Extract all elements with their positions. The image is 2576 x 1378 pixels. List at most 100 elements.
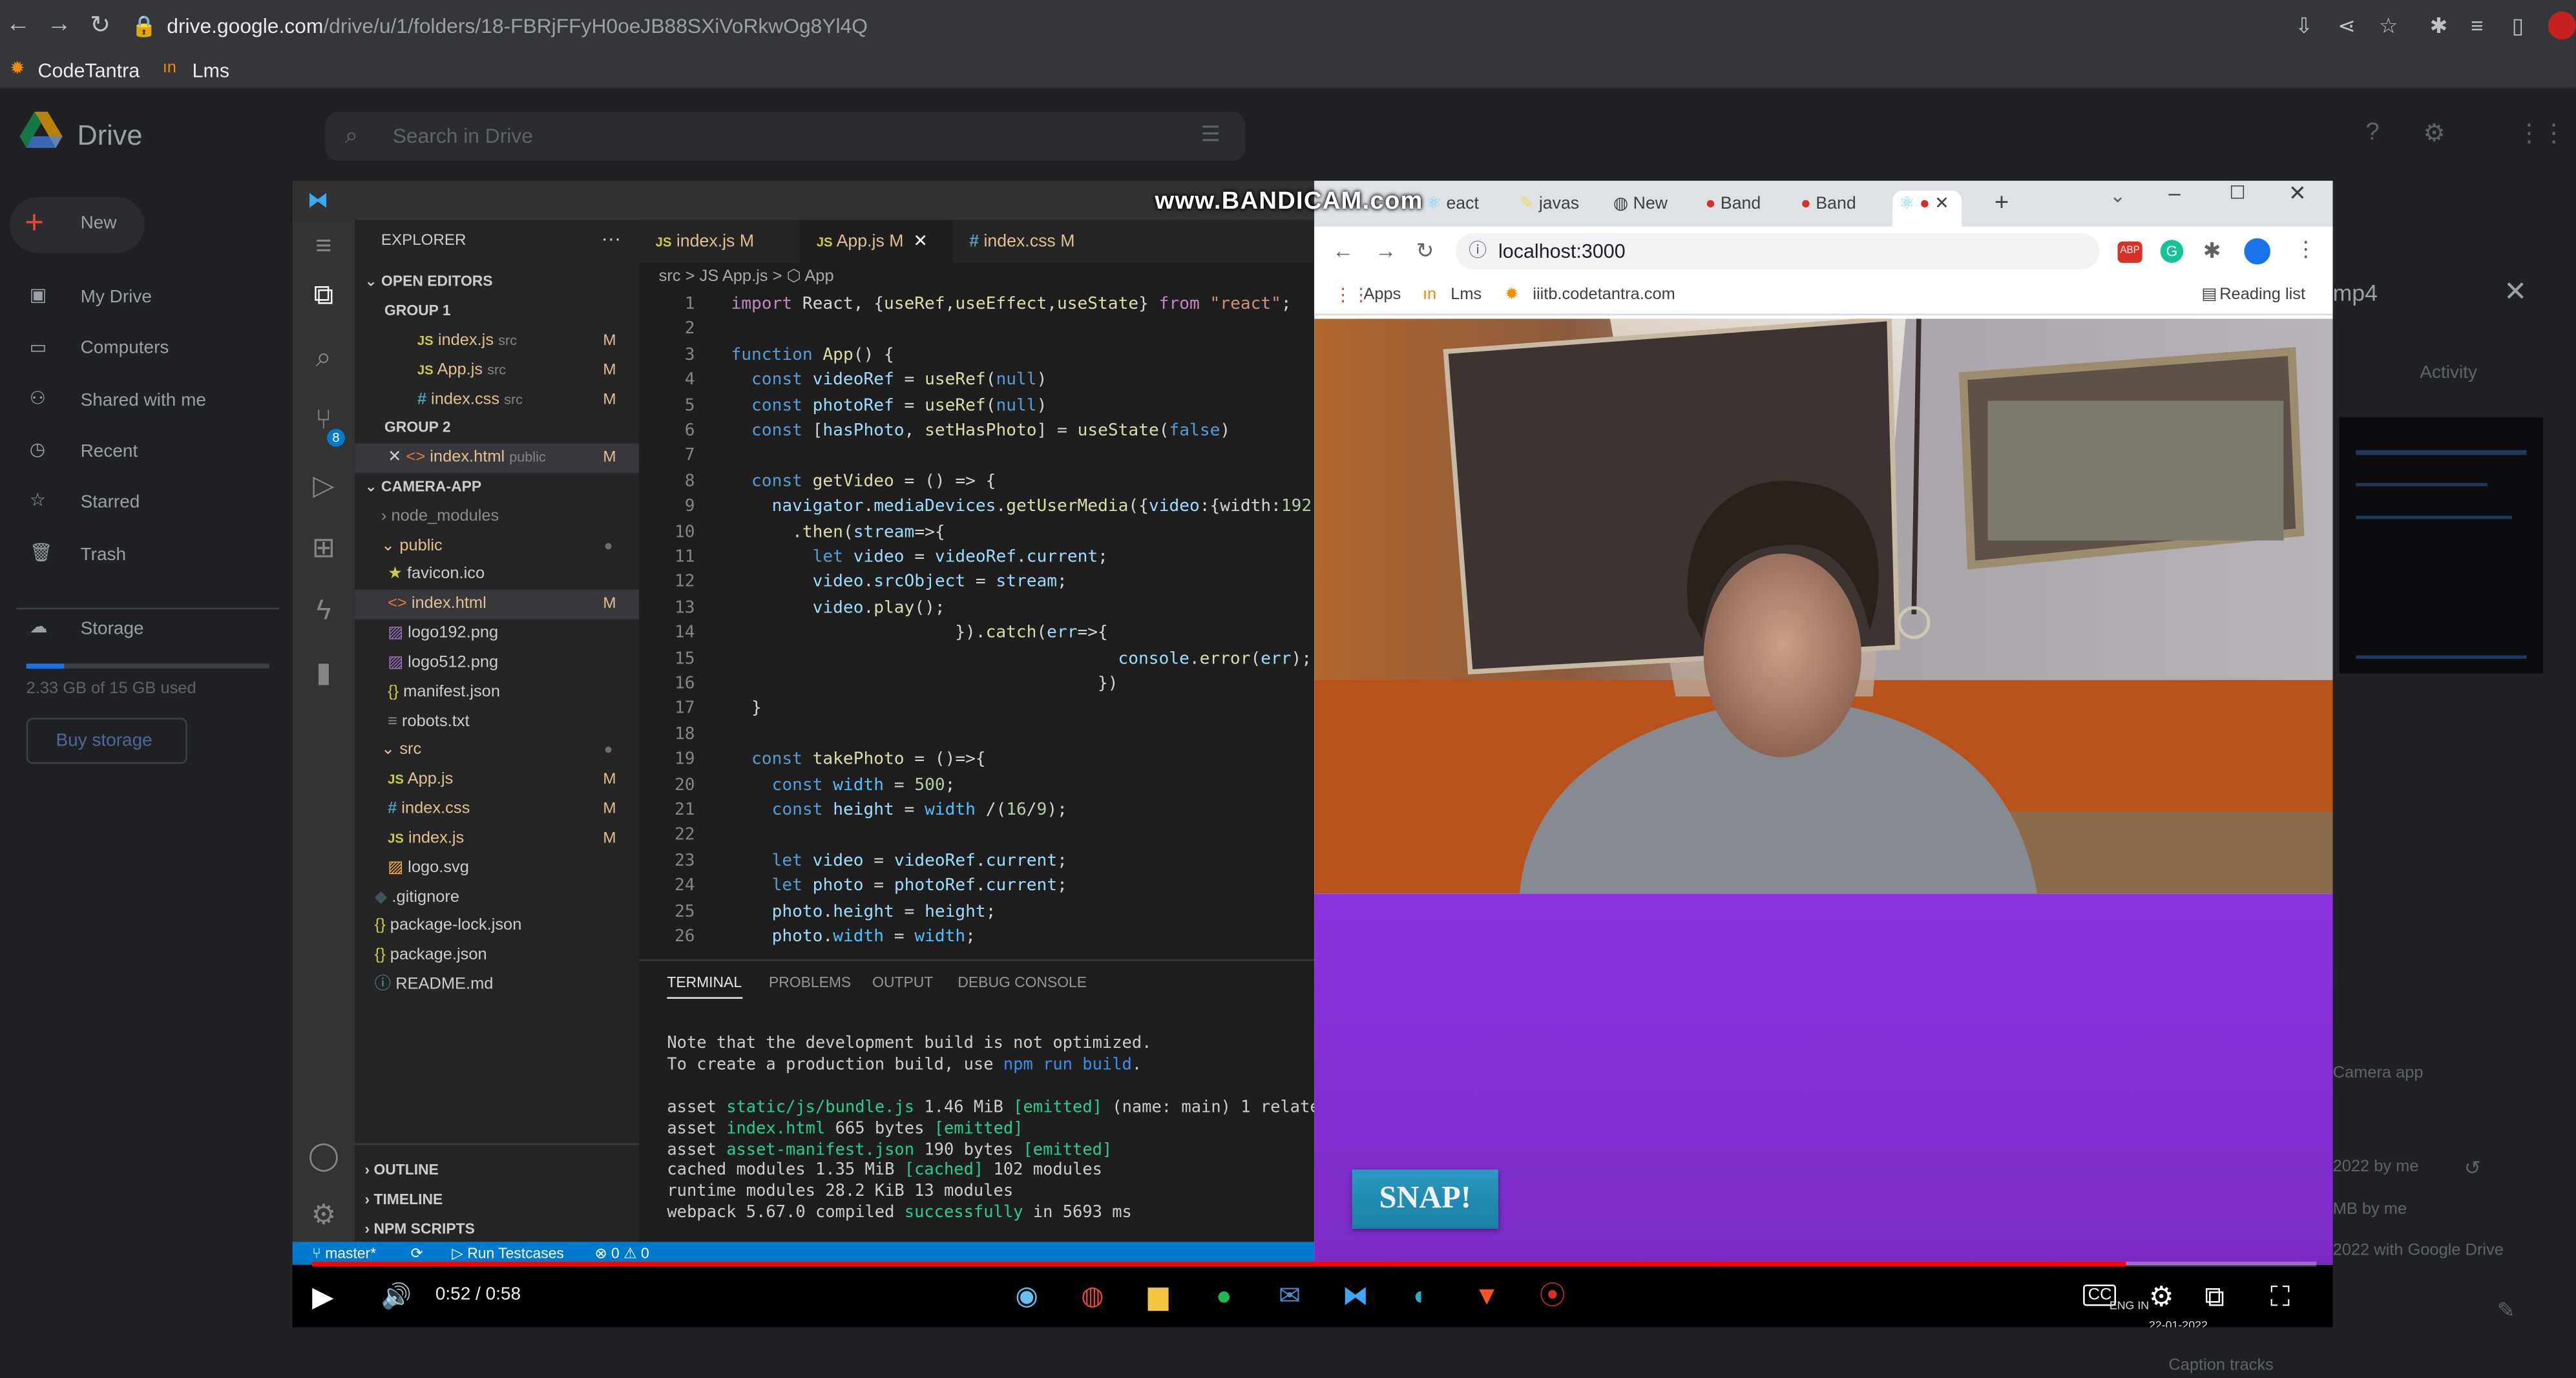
- code-line[interactable]: 4 const videoRef = useRef(null): [639, 368, 1314, 393]
- code-line[interactable]: 7: [639, 444, 1314, 470]
- tab-index-css[interactable]: # index.css M: [953, 220, 1101, 263]
- file-explorer-icon[interactable]: ▆: [1138, 1278, 1178, 1317]
- help-icon[interactable]: ?: [2365, 118, 2379, 146]
- tree-logo512[interactable]: ▨ logo512.png: [355, 649, 639, 678]
- timeline-header[interactable]: › TIMELINE: [355, 1186, 639, 1215]
- source-control-icon[interactable]: ⑂: [293, 404, 355, 437]
- code-line[interactable]: 24 let photo = photoRef.current;: [639, 874, 1314, 899]
- bandicam-icon[interactable]: ⦿: [1533, 1278, 1572, 1317]
- history-icon[interactable]: ↺: [2464, 1156, 2481, 1180]
- tree-robots[interactable]: ≡ robots.txt: [355, 708, 639, 737]
- bookmark-lms[interactable]: Lms: [192, 59, 229, 83]
- bookmark-codetantra[interactable]: iiitb.codetantra.com: [1533, 276, 1675, 315]
- reload-icon[interactable]: ↻: [1416, 238, 1434, 265]
- code-line[interactable]: 14 }).catch(err=>{: [639, 621, 1314, 647]
- nav-recent[interactable]: Recent: [81, 442, 138, 462]
- tab-problems[interactable]: PROBLEMS: [769, 974, 851, 990]
- settings-gear-icon[interactable]: ⚙: [2149, 1281, 2174, 1314]
- share-icon[interactable]: ⋖: [2338, 13, 2356, 39]
- reading-list[interactable]: Reading list: [2219, 276, 2305, 315]
- video-player[interactable]: ⧓ ≡ ⧉ ⌕ ⑂ 8 ▷ ⊞ ϟ ▮ ◯ ⚙ EXPLORER ··· ⌄ O…: [292, 180, 2333, 1328]
- tree-index-css[interactable]: # index.css M: [355, 795, 639, 824]
- queue-icon[interactable]: ≡: [2471, 13, 2483, 37]
- buy-storage-button[interactable]: Buy storage: [26, 718, 187, 764]
- close-tab-icon[interactable]: ✕: [914, 232, 928, 252]
- adblock-icon[interactable]: ABP: [2117, 241, 2142, 263]
- grammarly-icon[interactable]: G: [2160, 240, 2184, 263]
- extensions-icon[interactable]: ✱: [2430, 13, 2448, 39]
- new-button[interactable]: + New: [10, 197, 145, 253]
- star-icon[interactable]: ☆: [2379, 13, 2398, 39]
- volume-icon[interactable]: 🔊: [381, 1281, 412, 1311]
- tab-app-js[interactable]: JS App.js M ✕: [800, 220, 953, 263]
- forward-icon[interactable]: →: [43, 10, 76, 37]
- close-details-icon[interactable]: ✕: [2504, 276, 2527, 309]
- code-area[interactable]: 1 import React, {useRef,useEffect,useStat…: [639, 293, 1314, 959]
- breadcrumb[interactable]: src > JS App.js > ⬡ App: [639, 263, 1314, 293]
- edge-icon[interactable]: ◐: [1401, 1278, 1441, 1317]
- back-icon[interactable]: ←: [1332, 238, 1354, 263]
- code-line[interactable]: 9 navigator.mediaDevices.getUserMedia({v…: [639, 495, 1314, 520]
- code-line[interactable]: 26 photo.width = width;: [639, 925, 1314, 950]
- code-line[interactable]: 10 .then(stream=>{: [639, 520, 1314, 545]
- tree-logo192[interactable]: ▨ logo192.png: [355, 620, 639, 649]
- code-line[interactable]: 8 const getVideo = () => {: [639, 470, 1314, 495]
- account-icon[interactable]: ◯: [293, 1140, 355, 1173]
- profile-avatar[interactable]: [2548, 11, 2576, 40]
- menu-icon[interactable]: ≡: [293, 230, 355, 263]
- code-line[interactable]: 19 const takePhoto = ()=>{: [639, 747, 1314, 773]
- maximize-icon[interactable]: ☐: [2229, 182, 2245, 204]
- code-line[interactable]: 16 }): [639, 672, 1314, 697]
- code-line[interactable]: 12 video.srcObject = stream;: [639, 570, 1314, 596]
- tab-index-js[interactable]: JS index.js M: [639, 220, 800, 263]
- inner-tab-javascript[interactable]: ✎ javas: [1520, 191, 1605, 227]
- nav-computers[interactable]: Computers: [81, 339, 169, 359]
- play-icon[interactable]: ▶: [312, 1281, 333, 1314]
- open-file-index-js[interactable]: JS index.js src M: [355, 327, 639, 356]
- snap-button[interactable]: SNAP!: [1352, 1169, 1498, 1229]
- code-line[interactable]: 22: [639, 824, 1314, 849]
- code-line[interactable]: 23 let video = videoRef.current;: [639, 849, 1314, 874]
- code-line[interactable]: 20 const width = 500;: [639, 773, 1314, 799]
- nav-shared[interactable]: Shared with me: [81, 391, 206, 411]
- tree-node-modules[interactable]: › node_modules: [355, 503, 639, 532]
- code-line[interactable]: 21 const height = width /(16/9);: [639, 799, 1314, 824]
- nav-my-drive[interactable]: My Drive: [81, 287, 152, 308]
- tree-manifest[interactable]: {} manifest.json: [355, 678, 639, 707]
- tree-logo-svg[interactable]: ▨ logo.svg: [355, 854, 639, 883]
- code-line[interactable]: 1 import React, {useRef,useEffect,useStat…: [639, 293, 1314, 318]
- nav-trash[interactable]: Trash: [81, 545, 126, 565]
- search-icon[interactable]: ⌕: [293, 342, 355, 375]
- tree-readme[interactable]: ⓘ README.md: [355, 971, 639, 1000]
- fullscreen-icon[interactable]: ⛶: [2270, 1281, 2290, 1314]
- filter-icon[interactable]: ☰: [1201, 121, 1220, 148]
- miniplayer-icon[interactable]: ⧉: [2204, 1281, 2225, 1314]
- new-tab-icon[interactable]: +: [1995, 189, 2009, 216]
- spotify-icon[interactable]: ●: [1204, 1278, 1244, 1317]
- code-line[interactable]: 11 let video = videoRef.current;: [639, 545, 1314, 570]
- tree-src[interactable]: ⌄ src ●: [355, 736, 639, 765]
- reload-icon[interactable]: ↻: [84, 10, 117, 39]
- code-line[interactable]: 15 console.error(err);: [639, 647, 1314, 672]
- open-file-app-js[interactable]: JS App.js src M: [355, 357, 639, 386]
- inner-tab-bandicam-1[interactable]: ● Band: [1705, 191, 1790, 227]
- menu-icon[interactable]: ⋮: [2295, 236, 2316, 263]
- chart-icon[interactable]: ▮: [293, 657, 355, 690]
- brave-icon[interactable]: ▼: [1467, 1278, 1507, 1317]
- address-bar[interactable]: 🔒 drive.google.com/drive/u/1/folders/18-F…: [131, 8, 2267, 46]
- code-line[interactable]: 2: [639, 318, 1314, 343]
- bookmark-codetantra[interactable]: CodeTantra: [37, 59, 140, 83]
- bookmark-apps[interactable]: Apps: [1363, 276, 1401, 315]
- bookmark-lms[interactable]: Lms: [1450, 276, 1482, 315]
- inner-tab-react[interactable]: ⚛ eact: [1426, 191, 1511, 227]
- tree-public[interactable]: ⌄ public ●: [355, 532, 639, 561]
- tree-favicon[interactable]: ★ favicon.ico: [355, 560, 639, 589]
- explorer-icon[interactable]: ⧉: [293, 279, 355, 312]
- group1-header[interactable]: GROUP 1: [355, 297, 639, 326]
- inner-tab-active[interactable]: ⚛ ● ✕: [1892, 190, 1962, 227]
- chrome-icon[interactable]: ◍: [1073, 1278, 1112, 1317]
- code-line[interactable]: 5 const photoRef = useRef(null): [639, 393, 1314, 419]
- code-line[interactable]: 6 const [hasPhoto, setHasPhoto] = useSta…: [639, 419, 1314, 444]
- install-icon[interactable]: ⇩: [2295, 13, 2313, 39]
- project-header[interactable]: ⌄ CAMERA-APP: [355, 473, 639, 502]
